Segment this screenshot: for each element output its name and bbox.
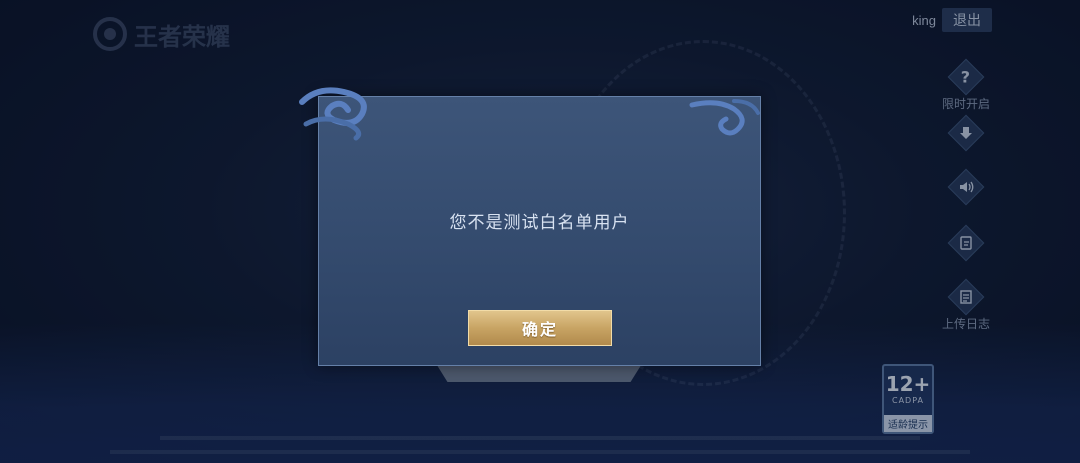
cloud-swirl-left-decoration [299,87,367,141]
dialog-message: 您不是测试白名单用户 [449,213,630,233]
cloud-swirl-right-decoration [689,99,760,136]
confirm-button[interactable]: 确定 [468,310,612,346]
